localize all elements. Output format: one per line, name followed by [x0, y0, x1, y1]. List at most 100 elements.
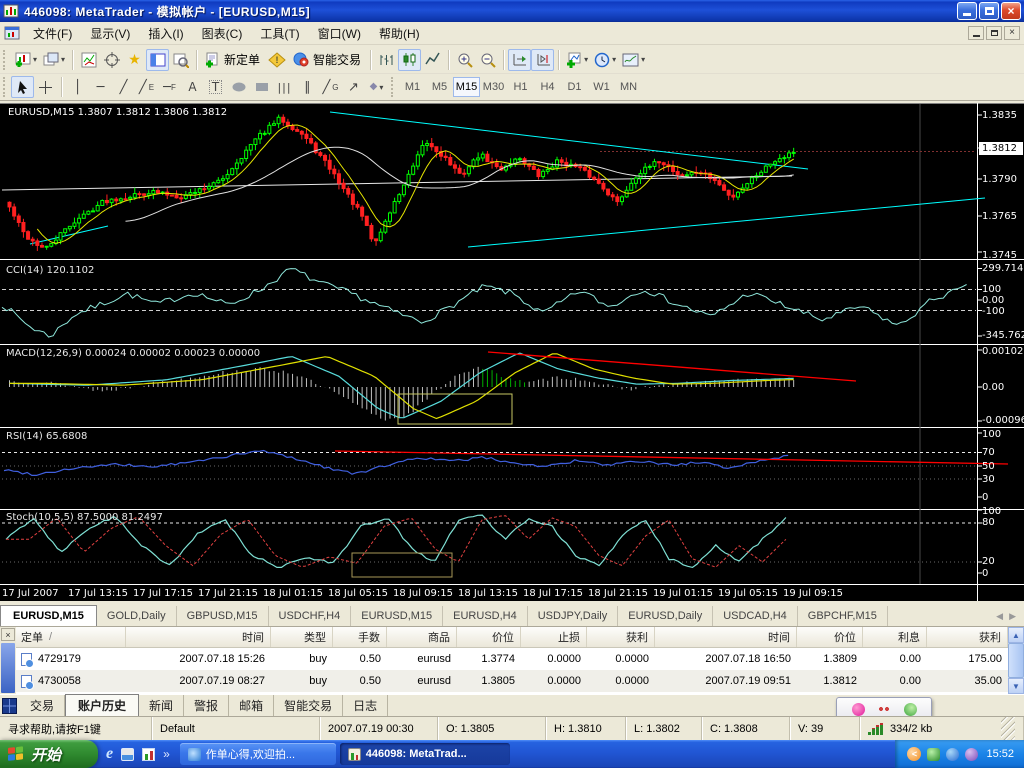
ime-punctuation-icon[interactable]	[879, 705, 889, 713]
table-row[interactable]: 4730058 2007.07.19 08:27buy 0.50eurusd 1…	[16, 670, 1008, 692]
tab-journal[interactable]: 日志	[343, 695, 388, 716]
timeframe-mn[interactable]: MN	[615, 77, 642, 97]
tab-news[interactable]: 新闻	[139, 695, 184, 716]
tray-collapse-icon[interactable]: <	[907, 747, 921, 761]
tray-messenger-icon[interactable]	[927, 748, 940, 761]
cycle-lines-button[interactable]: |||	[273, 76, 296, 98]
indicators-button[interactable]: ▾	[563, 49, 591, 71]
trendline-button[interactable]: ╱	[112, 76, 135, 98]
timeframe-h4[interactable]: H4	[534, 77, 561, 97]
taskbar-window-browser[interactable]: 作单心得,欢迎拍...	[180, 743, 336, 765]
candlestick-chart-button[interactable]	[398, 49, 421, 71]
scroll-up-icon[interactable]: ▲	[1008, 627, 1024, 643]
start-button[interactable]: 开始	[0, 740, 98, 768]
menu-tools[interactable]: 工具(T)	[251, 22, 308, 45]
arrows-button[interactable]: ↗	[342, 76, 365, 98]
data-window-button[interactable]	[146, 49, 169, 71]
ime-softkeyboard-icon[interactable]	[904, 703, 917, 716]
tab-alerts[interactable]: 警报	[184, 695, 229, 716]
chart-tab[interactable]: USDJPY,Daily	[528, 606, 619, 626]
tab-scroll-left-icon[interactable]: ◀	[996, 611, 1003, 622]
column-header-close-time[interactable]: 时间	[655, 627, 797, 647]
column-header-tp[interactable]: 获利	[587, 627, 655, 647]
navigator-button[interactable]	[169, 49, 192, 71]
chart-tab[interactable]: GBPCHF,M15	[798, 606, 888, 626]
tick-chart-button[interactable]	[77, 49, 100, 71]
chart-tab[interactable]: EURUSD,M15	[0, 605, 97, 626]
rectangle-button[interactable]	[250, 76, 273, 98]
restore-button[interactable]	[979, 2, 999, 20]
zoom-out-button[interactable]	[476, 49, 499, 71]
shapes-button[interactable]: ◆▾	[365, 76, 388, 98]
tab-account-history[interactable]: 账户历史	[65, 694, 139, 717]
zoom-in-button[interactable]	[453, 49, 476, 71]
toolbar-grip[interactable]	[391, 77, 396, 97]
tab-trade[interactable]: 交易	[20, 695, 65, 716]
chart-tab[interactable]: USDCHF,H4	[269, 606, 352, 626]
chart-shift-button[interactable]	[531, 49, 554, 71]
horizontal-line-button[interactable]: ─	[89, 76, 112, 98]
column-header-order[interactable]: 定单/	[16, 627, 126, 647]
desktop-quick-launch-icon[interactable]	[121, 748, 134, 761]
minimize-button[interactable]	[957, 2, 977, 20]
new-order-button[interactable]: 新定单	[201, 49, 265, 71]
column-header-swap[interactable]: 利息	[863, 627, 927, 647]
crosshair-button[interactable]	[34, 76, 57, 98]
child-minimize-button[interactable]	[968, 26, 984, 40]
menu-window[interactable]: 窗口(W)	[309, 22, 370, 45]
menu-insert[interactable]: 插入(I)	[139, 22, 192, 45]
chart-tab[interactable]: EURUSD,H4	[443, 606, 528, 626]
expert-advisors-button[interactable]: 智能交易	[289, 49, 366, 71]
metatrader-quick-launch-icon[interactable]	[142, 748, 155, 761]
tray-volume-icon[interactable]	[965, 748, 978, 761]
line-chart-button[interactable]	[421, 49, 444, 71]
timeframe-m15[interactable]: M15	[453, 77, 480, 97]
new-chart-button[interactable]: ▾	[11, 49, 40, 71]
bar-chart-button[interactable]	[375, 49, 398, 71]
child-restore-button[interactable]	[986, 26, 1002, 40]
menu-view[interactable]: 显示(V)	[81, 22, 139, 45]
text-button[interactable]: A	[181, 76, 204, 98]
favorites-button[interactable]: ★	[123, 49, 146, 71]
menu-charts[interactable]: 图表(C)	[193, 22, 252, 45]
status-profile[interactable]: Default	[152, 717, 320, 740]
column-header-type[interactable]: 类型	[271, 627, 333, 647]
cursor-button[interactable]	[11, 76, 34, 98]
chart-tab[interactable]: EURUSD,M15	[351, 606, 443, 626]
channel-button[interactable]: ╱E	[135, 76, 158, 98]
chart-tab[interactable]: GOLD,Daily	[97, 606, 177, 626]
child-close-button[interactable]: ×	[1004, 26, 1020, 40]
close-button[interactable]: ×	[1001, 2, 1021, 20]
chart-tab[interactable]: EURUSD,Daily	[618, 606, 713, 626]
parallel-lines-button[interactable]: ∥	[296, 76, 319, 98]
timeframe-d1[interactable]: D1	[561, 77, 588, 97]
auto-scroll-button[interactable]	[508, 49, 531, 71]
periods-button[interactable]: ▾	[591, 49, 619, 71]
table-scrollbar[interactable]: ▲ ▼	[1008, 627, 1024, 694]
fibonacci-button[interactable]: ─F	[158, 76, 181, 98]
templates-button[interactable]: ▾	[619, 49, 648, 71]
column-header-open-time[interactable]: 时间	[126, 627, 271, 647]
column-header-profit[interactable]: 获利	[927, 627, 1008, 647]
vertical-line-button[interactable]: │	[66, 76, 89, 98]
chart-tab[interactable]: GBPUSD,M15	[177, 606, 269, 626]
gann-button[interactable]: ╱G	[319, 76, 342, 98]
chart-tab[interactable]: USDCAD,H4	[713, 606, 798, 626]
alert-button[interactable]: !	[265, 49, 289, 71]
timeframe-m30[interactable]: M30	[480, 77, 507, 97]
quick-launch-more-icon[interactable]: »	[163, 747, 170, 761]
profiles-button[interactable]: ▾	[40, 49, 68, 71]
tray-network-icon[interactable]	[946, 748, 959, 761]
tab-experts[interactable]: 智能交易	[274, 695, 343, 716]
timeframe-h1[interactable]: H1	[507, 77, 534, 97]
tab-scroll-right-icon[interactable]: ▶	[1009, 611, 1016, 622]
menu-help[interactable]: 帮助(H)	[370, 22, 429, 45]
text-label-button[interactable]: T	[204, 76, 227, 98]
crosshair-target-button[interactable]	[100, 49, 123, 71]
tab-mailbox[interactable]: 邮箱	[229, 695, 274, 716]
timeframe-m5[interactable]: M5	[426, 77, 453, 97]
scroll-down-icon[interactable]: ▼	[1008, 678, 1024, 694]
column-header-lots[interactable]: 手数	[333, 627, 387, 647]
taskbar-window-metatrader[interactable]: 446098: MetaTrad...	[340, 743, 510, 765]
terminal-close-button[interactable]: ×	[1, 628, 15, 641]
